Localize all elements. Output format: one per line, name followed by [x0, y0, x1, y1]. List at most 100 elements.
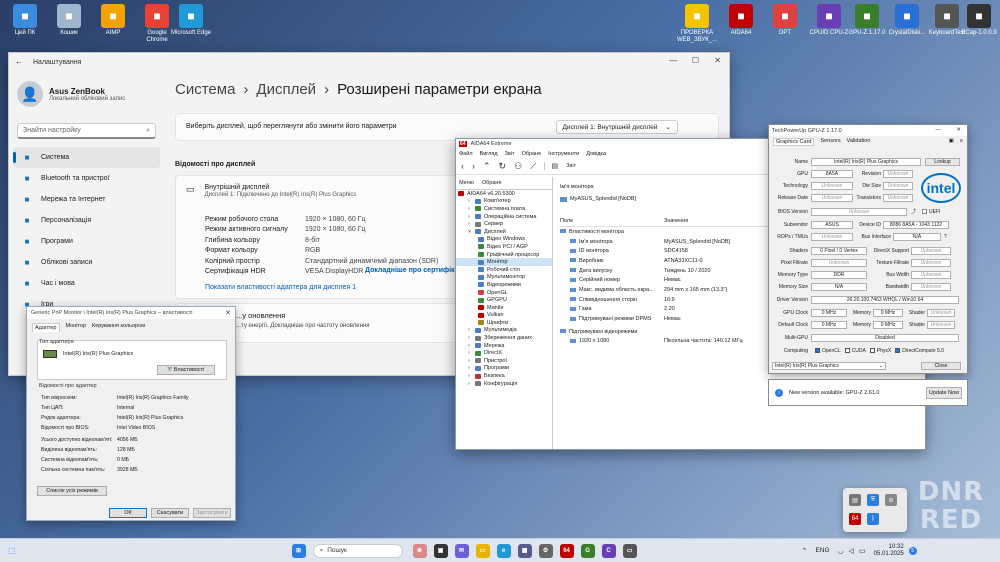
tree-node[interactable]: Відео PCI / AGP [456, 243, 552, 251]
sidebar-item[interactable]: ■ Система [13, 147, 160, 168]
tree-node[interactable]: › Комп'ютер [456, 198, 552, 206]
expand-icon[interactable]: › [468, 335, 474, 341]
tree-node[interactable]: OpenGL [456, 289, 552, 297]
display-dropdown[interactable]: Дисплей 1: Внутрішній дисплей ⌄ [555, 120, 678, 134]
expand-icon[interactable]: › [468, 221, 474, 227]
desktop-shortcut[interactable]: ■ AIMP [92, 4, 134, 37]
tree-node[interactable]: Шрифти [456, 319, 552, 327]
tree-node[interactable]: Графічний процесор [456, 251, 552, 259]
expand-icon[interactable]: › [468, 365, 474, 371]
sidebar-item[interactable]: ■ Час і мова [9, 273, 164, 294]
back-arrow-icon[interactable]: ← [15, 57, 23, 66]
desktop-shortcut[interactable]: ■ GPU-Z.1.17.0 [846, 4, 888, 37]
edge-icon[interactable]: e [496, 543, 511, 558]
bluetooth-icon[interactable]: ᛒ [867, 513, 879, 525]
monitor-name-value[interactable]: MyASUS_Splendid [NoDB] [570, 196, 636, 202]
tree-node[interactable]: › Мережа [456, 342, 552, 350]
desktop-shortcut[interactable]: ■ CrystalDiski... [886, 4, 928, 37]
expand-icon[interactable]: › [468, 198, 474, 204]
chat-icon[interactable]: ✉ [454, 543, 469, 558]
display-settings-icon[interactable]: ▭ [622, 543, 637, 558]
help-icon[interactable]: ? [944, 234, 947, 240]
tree-node[interactable]: Відео Windows [456, 236, 552, 244]
menu-item[interactable]: Обране [522, 151, 542, 157]
minimize-icon[interactable]: — [669, 56, 677, 65]
sidebar-item[interactable]: ■ Мережа та Інтернет [9, 189, 164, 210]
camera-icon[interactable]: ▣ [949, 138, 954, 146]
tree-node[interactable]: › Сервер [456, 220, 552, 228]
crumb-display[interactable]: Дисплей [256, 81, 316, 98]
maximize-icon[interactable]: ☐ [692, 56, 699, 65]
tab-favorites[interactable]: Обране [482, 180, 502, 186]
aida64-tray-icon[interactable]: 64 [849, 513, 861, 525]
tree-node[interactable]: › Конфігурація [456, 380, 552, 388]
tree-node[interactable]: Відеорежими [456, 281, 552, 289]
expand-icon[interactable]: › [468, 381, 474, 387]
start-icon[interactable]: ⊞ [291, 543, 306, 558]
cancel-button[interactable]: Скасувати [151, 508, 189, 518]
tab-sensors[interactable]: Sensors [820, 138, 840, 146]
tree-node[interactable]: › Мультимедіа [456, 327, 552, 335]
tree-node[interactable]: › Системна плата [456, 205, 552, 213]
file-explorer-icon[interactable]: ▭ [475, 543, 490, 558]
tree-node[interactable]: › Пристрої [456, 357, 552, 365]
tree-node[interactable]: › Збереження даних [456, 334, 552, 342]
tree-node[interactable]: Монітор [456, 258, 552, 266]
menu-item[interactable]: Файл [459, 151, 473, 157]
settings-icon[interactable]: ⚙ [538, 543, 553, 558]
user-icon[interactable]: ⚇ [514, 161, 522, 172]
tab-validation[interactable]: Validation [847, 138, 871, 146]
tree-node[interactable]: ˅ Дисплей [456, 228, 552, 236]
notification-badge[interactable]: 5 [908, 546, 917, 555]
update-now-button[interactable]: Update Now [926, 386, 962, 399]
expand-icon[interactable]: › [468, 327, 474, 333]
crumb-system[interactable]: Система [175, 81, 235, 98]
share-icon[interactable]: ⤴ [911, 208, 916, 215]
task-view-icon[interactable]: ▣ [433, 543, 448, 558]
desktop-shortcut[interactable]: ■ DPT [764, 4, 806, 37]
expand-icon[interactable]: › [468, 214, 474, 220]
tab-monitor[interactable]: Монітор [66, 323, 87, 332]
gpuz-icon[interactable]: G [580, 543, 595, 558]
lookup-button[interactable]: Lookup [925, 157, 960, 166]
taskbar-search[interactable]: ⌕ Пошук [312, 543, 403, 558]
tray-app-icon[interactable]: ▤ [849, 494, 861, 506]
tab-adapter[interactable]: Адаптер [32, 323, 60, 332]
list-all-modes-button[interactable]: Список усіх режимів [37, 486, 107, 496]
close-icon[interactable]: ✕ [714, 56, 721, 65]
menu-item[interactable]: Інструменти [548, 151, 579, 157]
aida64-icon[interactable]: 64 [559, 543, 574, 558]
col-field[interactable]: Поле [560, 218, 664, 224]
tree-node[interactable]: Vulkan [456, 312, 552, 320]
expand-icon[interactable]: › [468, 343, 474, 349]
menu-item[interactable]: Довідка [586, 151, 606, 157]
desktop-shortcut[interactable]: ■ ПРОВЕРКА WEB_ЗВУК_... [676, 4, 718, 44]
hdr-link[interactable]: Докладніше про сертифік... [365, 267, 460, 274]
col-value[interactable]: Значення [664, 218, 688, 224]
defender-icon[interactable]: ⛨ [867, 494, 879, 506]
report-tab[interactable]: Звіт [566, 163, 576, 169]
gpuz-titlebar[interactable]: TechPowerUp GPU-Z 1.17.0 — ✕ [769, 125, 967, 136]
report-icon[interactable]: ▤ [544, 162, 558, 170]
expand-icon[interactable]: › [468, 350, 474, 356]
tree-node[interactable]: Mantle [456, 304, 552, 312]
expand-icon[interactable]: › [468, 373, 474, 379]
desktop-shortcut[interactable]: ■ CPUID CPU-Z [808, 4, 850, 37]
tree-node[interactable]: › Операційна система [456, 213, 552, 221]
minimize-icon[interactable]: — [936, 127, 942, 133]
up-icon[interactable]: ⌃ [483, 161, 491, 172]
widgets-icon[interactable]: ❀ [412, 543, 427, 558]
settings-search-input[interactable]: Знайти настройку ⌕ [17, 123, 156, 139]
cpuz-icon[interactable]: C [601, 543, 616, 558]
desktop-shortcut[interactable]: ■ Кошик [48, 4, 90, 37]
sidebar-item[interactable]: ■ Програми [9, 231, 164, 252]
collapse-icon[interactable]: ˅ [468, 229, 474, 235]
wifi-icon[interactable]: ◡ [838, 547, 844, 555]
wifi-off-icon[interactable]: ⊘ [885, 494, 897, 506]
tree-node[interactable]: Мультимонітор [456, 274, 552, 282]
menu-item[interactable]: Звіт [505, 151, 515, 157]
sidebar-item[interactable]: ■ Персоналізація [9, 210, 164, 231]
dialog-titlebar[interactable]: Generic PnP Monitor і Intel(R) Iris(R) P… [27, 307, 235, 319]
menu-icon[interactable]: ≡ [960, 138, 963, 146]
refresh-icon[interactable]: ↻ [499, 161, 507, 172]
